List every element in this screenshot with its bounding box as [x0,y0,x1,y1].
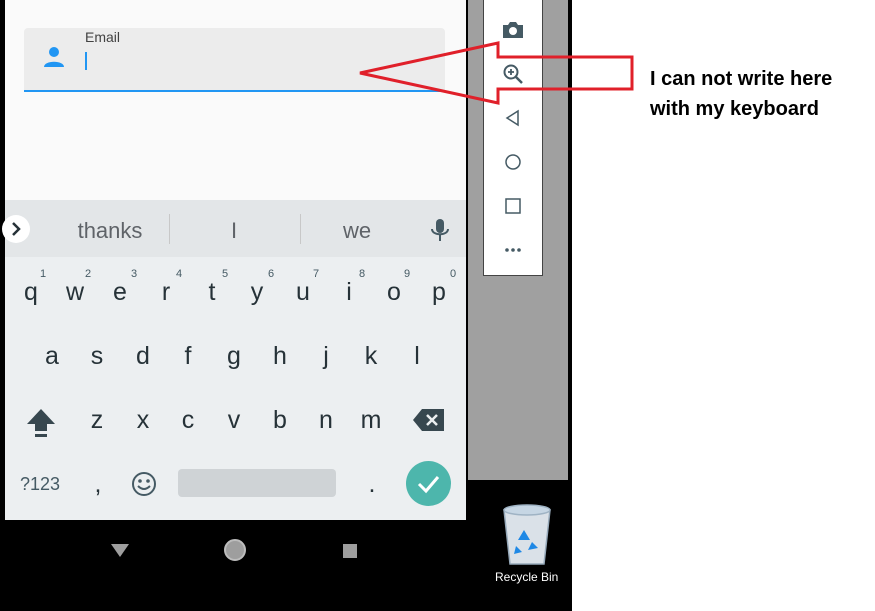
checkmark-icon [417,476,440,494]
suggestion-divider [300,214,301,244]
recycle-bin-icon[interactable] [498,502,556,571]
key-z[interactable]: z [77,406,117,435]
key-o[interactable]: o [374,278,414,307]
key-w[interactable]: w [55,278,95,307]
key-q[interactable]: q [11,278,51,307]
key-k[interactable]: k [351,342,391,371]
backspace-icon[interactable] [412,408,446,437]
key-period[interactable]: . [352,470,392,499]
annotation-text: I can not write here with my keyboard [650,68,833,120]
key-comma[interactable]: , [78,470,118,499]
expand-toolbar-button[interactable] [2,215,30,243]
shift-icon[interactable] [24,405,58,444]
key-hint: 9 [404,268,411,280]
key-j[interactable]: j [306,342,346,371]
key-hint: 5 [222,268,229,280]
space-bar[interactable] [178,469,336,497]
recents-square-icon[interactable] [342,543,358,564]
key-v[interactable]: v [214,406,254,435]
key-hint: 8 [359,268,366,280]
key-g[interactable]: g [214,342,254,371]
suggestion-2[interactable]: I [184,218,284,244]
suggestion-3[interactable]: we [307,218,407,244]
symbols-key[interactable]: ?123 [20,474,60,495]
key-hint: 1 [40,268,47,280]
home-circle-icon[interactable] [223,538,247,567]
email-label: Email [85,29,121,45]
person-icon [42,45,66,74]
key-hint: 7 [313,268,320,280]
key-hint: 2 [85,268,92,280]
key-x[interactable]: x [123,406,163,435]
key-b[interactable]: b [260,406,300,435]
key-y[interactable]: y [237,278,277,307]
key-n[interactable]: n [306,406,346,435]
key-d[interactable]: d [123,342,163,371]
emoji-icon[interactable] [129,469,159,504]
recycle-bin-label: Recycle Bin [495,570,559,584]
suggestion-divider [169,214,170,244]
more-options-icon[interactable] [500,237,526,263]
key-a[interactable]: a [32,342,72,371]
key-m[interactable]: m [351,406,391,435]
suggestion-1[interactable]: thanks [60,218,160,244]
key-hint: 3 [131,268,138,280]
key-hint: 4 [176,268,183,280]
key-hint: 0 [450,268,457,280]
chevron-right-icon [12,222,21,236]
home-icon[interactable] [500,149,526,175]
key-s[interactable]: s [77,342,117,371]
red-arrow-annotation [355,38,640,113]
key-u[interactable]: u [283,278,323,307]
key-i[interactable]: i [329,278,369,307]
key-p[interactable]: p [419,278,459,307]
key-l[interactable]: l [397,342,437,371]
key-hint: 6 [268,268,275,280]
key-h[interactable]: h [260,342,300,371]
key-c[interactable]: c [168,406,208,435]
key-e[interactable]: e [100,278,140,307]
enter-button[interactable] [406,461,451,506]
key-t[interactable]: t [192,278,232,307]
overview-icon[interactable] [500,193,526,219]
key-r[interactable]: r [146,278,186,307]
back-triangle-icon[interactable] [110,542,130,563]
key-f[interactable]: f [168,342,208,371]
microphone-icon[interactable] [429,217,451,248]
text-cursor [85,52,87,70]
